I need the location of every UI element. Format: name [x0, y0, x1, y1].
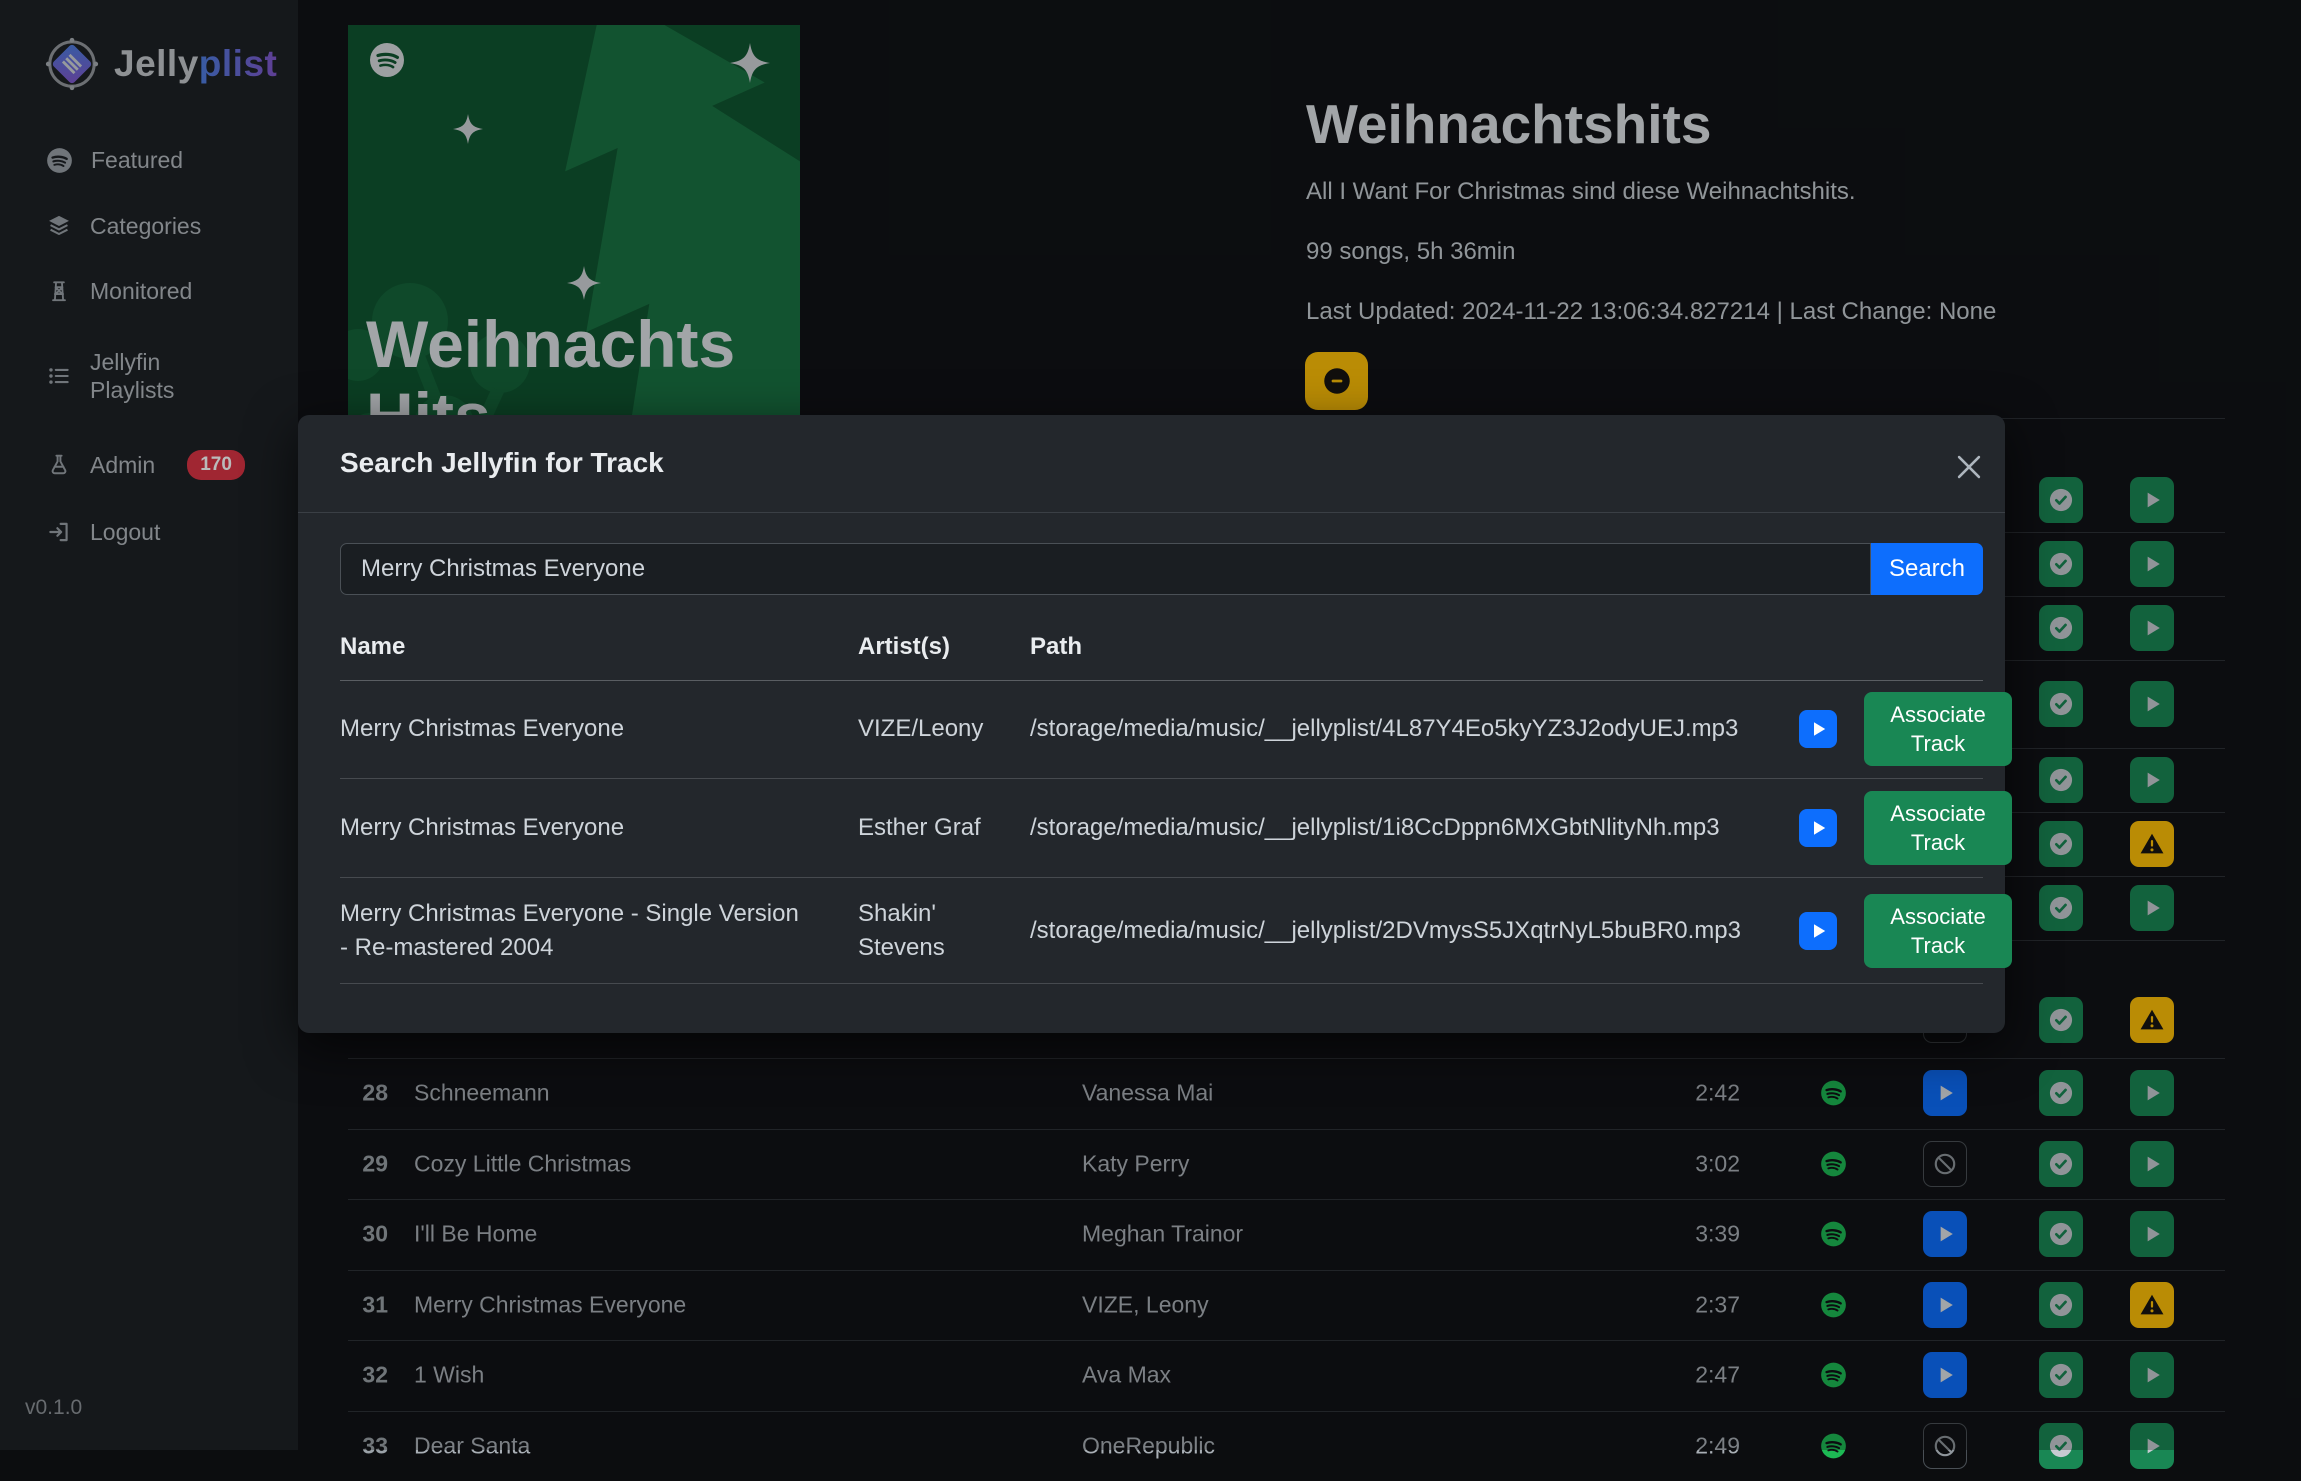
- column-header-name: Name: [340, 633, 405, 661]
- play-icon: [1806, 816, 1830, 840]
- result-name: Merry Christmas Everyone: [340, 811, 810, 845]
- column-header-artist: Artist(s): [858, 633, 950, 661]
- result-name: Merry Christmas Everyone - Single Versio…: [340, 897, 810, 965]
- play-result-button[interactable]: [1799, 912, 1837, 950]
- result-path: /storage/media/music/__jellyplist/2DVmys…: [1030, 914, 1740, 948]
- search-result-row: Merry Christmas Everyone VIZE/Leony /sto…: [340, 680, 1983, 778]
- result-path: /storage/media/music/__jellyplist/4L87Y4…: [1030, 712, 1740, 746]
- associate-track-button[interactable]: Associate Track: [1864, 791, 2012, 865]
- associate-track-button[interactable]: Associate Track: [1864, 894, 2012, 968]
- modal-title: Search Jellyfin for Track: [340, 447, 664, 479]
- search-jellyfin-modal: Search Jellyfin for Track Search Name Ar…: [298, 415, 2005, 1033]
- column-header-path: Path: [1030, 633, 1082, 661]
- result-path: /storage/media/music/__jellyplist/1i8CcD…: [1030, 811, 1740, 845]
- search-result-row: Merry Christmas Everyone Esther Graf /st…: [340, 779, 1983, 877]
- play-icon: [1806, 919, 1830, 943]
- associate-track-button[interactable]: Associate Track: [1864, 692, 2012, 766]
- play-result-button[interactable]: [1799, 809, 1837, 847]
- search-button[interactable]: Search: [1871, 543, 1983, 595]
- search-input[interactable]: [340, 543, 1871, 595]
- result-artist: Esther Graf: [858, 811, 998, 845]
- play-icon: [1806, 717, 1830, 741]
- result-artist: VIZE/Leony: [858, 712, 998, 746]
- play-result-button[interactable]: [1799, 710, 1837, 748]
- close-icon[interactable]: [1946, 449, 1982, 485]
- search-result-row: Merry Christmas Everyone - Single Versio…: [340, 878, 1983, 983]
- result-name: Merry Christmas Everyone: [340, 712, 810, 746]
- result-artist: Shakin' Stevens: [858, 897, 998, 965]
